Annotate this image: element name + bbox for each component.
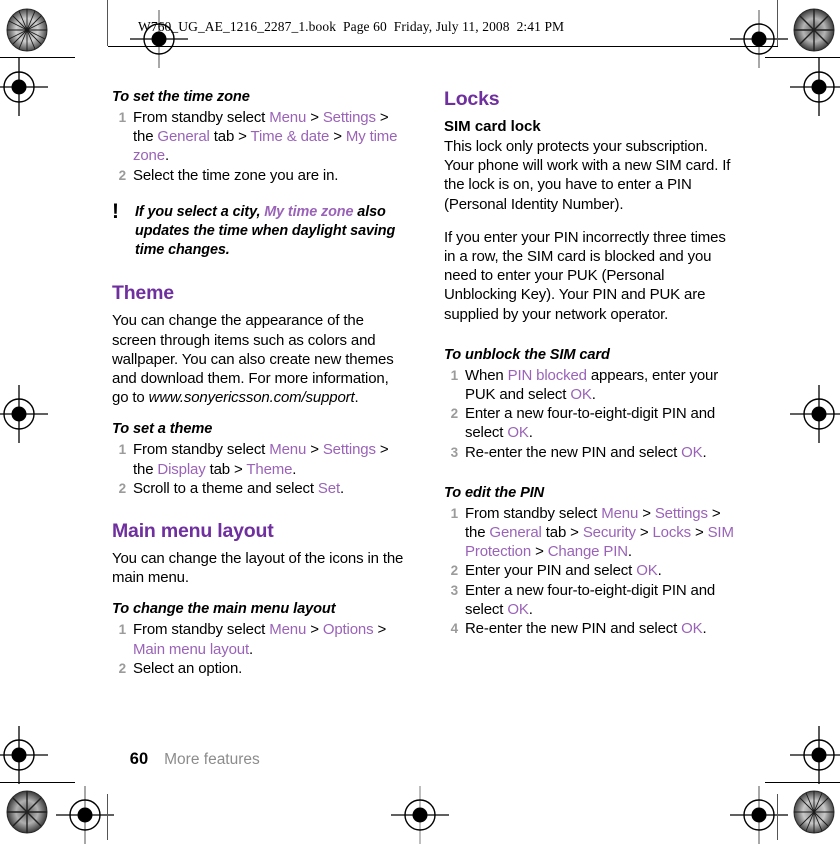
task-heading-set-a-theme: To set a theme [112,421,213,438]
manual-page: To set the time zone From standby select… [0,0,840,840]
exclamation-mark-icon: ! [112,199,119,223]
sim-card-lock-paragraph-1: This lock only protects your subscriptio… [444,138,731,213]
task-heading-edit-pin: To edit the PIN [444,484,545,501]
right-column: Locks SIM card lock This lock only prote… [444,88,736,638]
step-text: From standby select Menu > Settings > th… [465,504,734,561]
list-item: Select the time zone you are in. [112,166,404,185]
step-text: Select an option. [133,659,243,677]
list-item: Select an option. [112,659,404,678]
step-text: From standby select Menu > Settings > th… [133,441,389,478]
section-heading-locks: Locks [444,88,500,110]
step-text: Select the time zone you are in. [133,166,339,184]
section-heading-main-menu-layout: Main menu layout [112,520,274,543]
tip-text: If you select a city, My time zone also … [135,203,396,259]
list-item: Enter your PIN and select OK. [444,561,736,580]
page-footer: 60 More features [112,729,260,790]
list-item: Enter a new four-to-eight-digit PIN and … [444,404,736,442]
page-number: 60 [129,750,149,768]
list-item: Enter a new four-to-eight-digit PIN and … [444,581,736,619]
section-heading-theme: Theme [112,282,174,305]
steps-change-main-menu-layout: From standby select Menu > Options > Mai… [112,620,404,678]
task-heading-change-main-menu-layout: To change the main menu layout [112,601,336,618]
task-heading-unblock-sim-card: To unblock the SIM card [444,346,610,363]
list-item: When PIN blocked appears, enter your PUK… [444,366,736,404]
step-text: When PIN blocked appears, enter your PUK… [465,366,719,404]
main-menu-layout-description: You can change the layout of the icons i… [112,550,404,587]
steps-unblock-sim-card: When PIN blocked appears, enter your PUK… [444,366,736,462]
list-item: From standby select Menu > Settings > th… [112,440,404,478]
list-item: From standby select Menu > Settings > th… [112,108,404,166]
step-text: Scroll to a theme and select Set. [133,479,345,497]
step-text: Enter your PIN and select OK. [465,562,662,580]
step-text: From standby select Menu > Options > Mai… [133,621,387,658]
steps-set-time-zone: From standby select Menu > Settings > th… [112,108,404,185]
step-text: Re-enter the new PIN and select OK. [465,443,707,461]
theme-description: You can change the appearance of the scr… [112,312,394,407]
footer-section-name: More features [164,751,260,768]
tip-callout-time-zone: ! If you select a city, My time zone als… [112,199,404,261]
steps-edit-pin: From standby select Menu > Settings > th… [444,504,736,639]
list-item: From standby select Menu > Options > Mai… [112,620,404,658]
step-text: Enter a new four-to-eight-digit PIN and … [465,405,716,442]
step-text: From standby select Menu > Settings > th… [133,109,398,165]
sim-card-lock-paragraph-2: If you enter your PIN incorrectly three … [444,228,726,323]
step-text: Enter a new four-to-eight-digit PIN and … [465,581,716,618]
task-heading-set-time-zone: To set the time zone [112,89,250,105]
steps-set-a-theme: From standby select Menu > Settings > th… [112,440,404,498]
list-item: Re-enter the new PIN and select OK. [444,619,736,638]
list-item: Re-enter the new PIN and select OK. [444,443,736,462]
subsection-heading-sim-card-lock: SIM card lock [444,118,541,135]
left-column: To set the time zone From standby select… [112,88,404,678]
list-item: From standby select Menu > Settings > th… [444,504,736,562]
step-text: Re-enter the new PIN and select OK. [465,620,707,638]
list-item: Scroll to a theme and select Set. [112,479,404,498]
